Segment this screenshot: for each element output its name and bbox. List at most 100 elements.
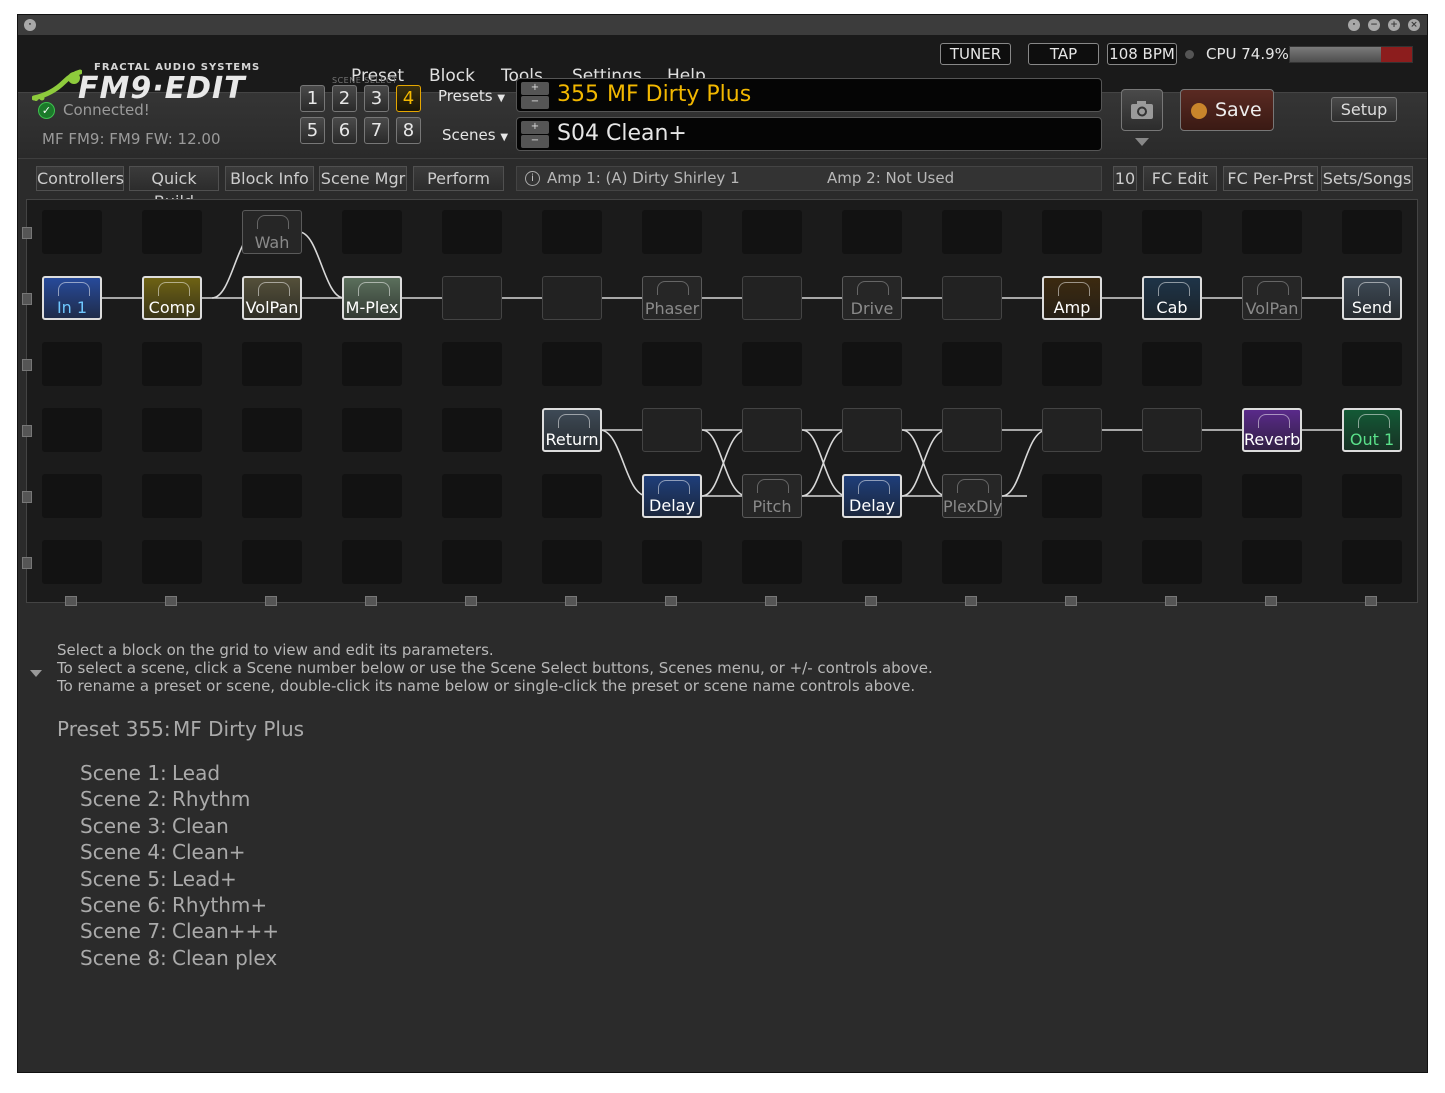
grid-cell[interactable] <box>542 210 602 254</box>
scene-name[interactable]: Clean+ <box>606 121 687 146</box>
preset-minus-button[interactable]: − <box>521 96 549 109</box>
scene-list-name[interactable]: Clean+++ <box>172 919 279 943</box>
scene-plus-button[interactable]: + <box>521 121 549 134</box>
close-icon[interactable]: × <box>1408 19 1420 31</box>
grid-cell[interactable] <box>1142 342 1202 386</box>
block-volpan[interactable]: VolPan <box>1242 276 1302 320</box>
fc-layout-number[interactable]: 10 <box>1113 166 1137 191</box>
routing-grid[interactable]: Wah In 1 Comp VolPan M-Plex Phaser Drive Amp Cab… <box>26 199 1418 603</box>
row-handle[interactable] <box>22 425 32 437</box>
row-handle[interactable] <box>22 227 32 239</box>
grid-cell[interactable] <box>842 210 902 254</box>
column-handle[interactable] <box>665 596 677 606</box>
column-handle[interactable] <box>1365 596 1377 606</box>
grid-cell[interactable] <box>42 342 102 386</box>
tab-perform[interactable]: Perform <box>413 166 504 191</box>
scene-button-7[interactable]: 7 <box>364 117 389 144</box>
grid-cell[interactable] <box>942 540 1002 584</box>
block-reverb[interactable]: Reverb <box>1242 408 1302 452</box>
presets-dropdown[interactable]: Presets ▼ <box>438 87 505 105</box>
scene-name-control[interactable]: + − S04 Clean+ <box>516 117 1102 151</box>
scene-list-item[interactable]: Scene 4: Clean+ <box>80 840 246 864</box>
column-handle[interactable] <box>865 596 877 606</box>
block-comp[interactable]: Comp <box>142 276 202 320</box>
scene-list-item[interactable]: Scene 1: Lead <box>80 761 220 785</box>
scene-list-name[interactable]: Clean <box>172 814 229 838</box>
grid-cell[interactable] <box>42 474 102 518</box>
grid-cell[interactable] <box>42 210 102 254</box>
grid-cell[interactable] <box>942 210 1002 254</box>
snapshot-button[interactable] <box>1121 89 1163 131</box>
grid-shunt[interactable] <box>1142 408 1202 452</box>
grid-cell[interactable] <box>1042 540 1102 584</box>
tab-quick-build[interactable]: Quick Build <box>129 166 219 211</box>
block-send[interactable]: Send <box>1342 276 1402 320</box>
grid-shunt[interactable] <box>942 276 1002 320</box>
scene-button-1[interactable]: 1 <box>300 85 325 112</box>
grid-cell[interactable] <box>142 408 202 452</box>
grid-cell[interactable] <box>742 210 802 254</box>
save-button[interactable]: Save <box>1180 89 1274 131</box>
tab-fc-per-prst[interactable]: FC Per-Prst <box>1223 166 1318 191</box>
scene-button-4[interactable]: 4 <box>396 85 421 112</box>
grid-cell[interactable] <box>1242 474 1302 518</box>
row-handle[interactable] <box>22 491 32 503</box>
grid-cell[interactable] <box>142 540 202 584</box>
grid-cell[interactable] <box>1042 210 1102 254</box>
grid-cell[interactable] <box>1242 540 1302 584</box>
grid-cell[interactable] <box>142 342 202 386</box>
scene-list-item[interactable]: Scene 6: Rhythm+ <box>80 893 267 917</box>
scene-button-5[interactable]: 5 <box>300 117 325 144</box>
scene-list-name[interactable]: Rhythm+ <box>172 893 267 917</box>
block-plexdly[interactable]: PlexDly <box>942 474 1002 518</box>
column-handle[interactable] <box>965 596 977 606</box>
grid-cell[interactable] <box>1342 540 1402 584</box>
grid-cell[interactable] <box>242 408 302 452</box>
grid-cell[interactable] <box>1242 210 1302 254</box>
grid-shunt[interactable] <box>1042 408 1102 452</box>
grid-cell[interactable] <box>1342 210 1402 254</box>
scene-list-item[interactable]: Scene 7: Clean+++ <box>80 919 279 943</box>
block-out-1[interactable]: Out 1 <box>1342 408 1402 452</box>
info-icon[interactable]: i <box>525 171 540 186</box>
grid-cell[interactable] <box>142 474 202 518</box>
column-handle[interactable] <box>365 596 377 606</box>
grid-cell[interactable] <box>1142 210 1202 254</box>
grid-cell[interactable] <box>542 474 602 518</box>
block-pitch[interactable]: Pitch <box>742 474 802 518</box>
grid-shunt[interactable] <box>742 408 802 452</box>
column-handle[interactable] <box>65 596 77 606</box>
scene-list-item[interactable]: Scene 3: Clean <box>80 814 229 838</box>
grid-cell[interactable] <box>442 408 502 452</box>
app-menu-icon[interactable]: ∙ <box>24 19 36 31</box>
grid-cell[interactable] <box>442 540 502 584</box>
scene-button-8[interactable]: 8 <box>396 117 421 144</box>
block-delay[interactable]: Delay <box>842 474 902 518</box>
grid-cell[interactable] <box>642 210 702 254</box>
scenes-dropdown[interactable]: Scenes ▼ <box>442 126 508 144</box>
grid-cell[interactable] <box>42 540 102 584</box>
scene-list-item[interactable]: Scene 2: Rhythm <box>80 787 250 811</box>
grid-cell[interactable] <box>442 210 502 254</box>
preset-summary-name[interactable]: MF Dirty Plus <box>173 717 304 741</box>
grid-cell[interactable] <box>142 210 202 254</box>
row-handle[interactable] <box>22 557 32 569</box>
grid-cell[interactable] <box>1042 474 1102 518</box>
preset-name[interactable]: MF Dirty Plus <box>607 82 751 107</box>
grid-cell[interactable] <box>642 342 702 386</box>
grid-cell[interactable] <box>542 342 602 386</box>
tab-sets-songs[interactable]: Sets/Songs <box>1321 166 1413 191</box>
grid-cell[interactable] <box>842 342 902 386</box>
column-handle[interactable] <box>1265 596 1277 606</box>
setup-button[interactable]: Setup <box>1331 97 1397 122</box>
maximize-icon[interactable]: + <box>1388 19 1400 31</box>
menu-block[interactable]: Block <box>429 66 475 86</box>
grid-cell[interactable] <box>842 540 902 584</box>
scene-list-name[interactable]: Clean+ <box>172 840 246 864</box>
scene-list-item[interactable]: Scene 5: Lead+ <box>80 867 237 891</box>
grid-cell[interactable] <box>342 408 402 452</box>
grid-cell[interactable] <box>442 474 502 518</box>
minimize-icon[interactable]: − <box>1368 19 1380 31</box>
grid-shunt[interactable] <box>642 408 702 452</box>
block-in-1[interactable]: In 1 <box>42 276 102 320</box>
